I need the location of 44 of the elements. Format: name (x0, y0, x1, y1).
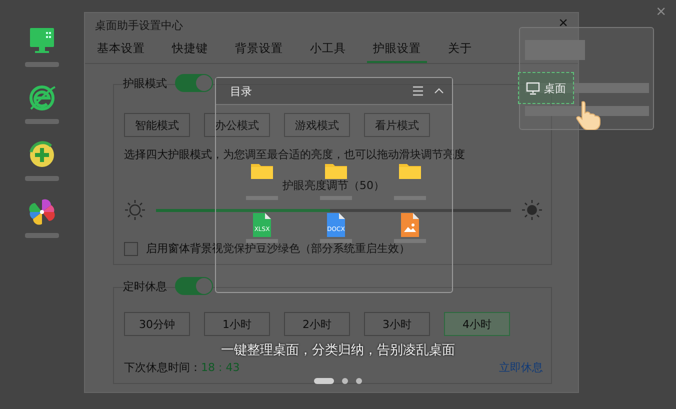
settings-tab[interactable]: 护眼设置 (367, 38, 427, 63)
label-placeholder-bar (25, 176, 59, 181)
settings-tab[interactable]: 关于 (448, 38, 472, 63)
mode-button[interactable]: 看片模式 (364, 113, 430, 137)
guide-caption: 一键整理桌面，分类归纳，告别凌乱桌面 (221, 343, 455, 358)
brightness-slider[interactable] (156, 208, 511, 212)
checkbox[interactable] (124, 242, 138, 256)
monitor-icon (526, 82, 540, 94)
mode-button[interactable]: 游戏模式 (284, 113, 350, 137)
section-label: 定时休息 (123, 278, 167, 294)
duration-button[interactable]: 4小时 (444, 312, 510, 336)
settings-tab[interactable]: 快捷键 (172, 38, 208, 63)
duration-button[interactable]: 3小时 (364, 312, 430, 336)
close-button[interactable]: × (654, 2, 668, 22)
pinwheel-icon (27, 197, 57, 227)
section-label: 护眼模式 (123, 76, 167, 90)
duration-button[interactable]: 30分钟 (124, 312, 190, 336)
close-button[interactable]: × (554, 15, 572, 33)
mode-button[interactable]: 办公模式 (204, 113, 270, 137)
mode-button[interactable]: 智能模式 (124, 113, 190, 137)
window-title: 桌面助手设置中心 (95, 18, 183, 33)
desktop-chip[interactable]: 桌面 (518, 72, 574, 104)
label-placeholder-bar (25, 62, 59, 67)
monitor-icon (27, 26, 57, 56)
panel-title: 目录 (230, 84, 253, 98)
settings-tab[interactable]: 背景设置 (235, 38, 283, 63)
settings-tab[interactable]: 小工具 (310, 38, 346, 63)
plus-shield-icon (27, 140, 57, 170)
toggle-switch[interactable] (175, 277, 213, 295)
rest-now-link[interactable]: 立即休息 (499, 360, 543, 375)
browser-e-icon (27, 83, 57, 113)
label-placeholder-bar (25, 233, 59, 238)
label-placeholder-bar (25, 119, 59, 124)
menu-icon (412, 85, 424, 97)
sun-outline-icon (124, 199, 146, 221)
sun-filled-icon (521, 199, 543, 221)
settings-tab[interactable]: 基本设置 (97, 38, 145, 63)
hand-pointer-icon (574, 100, 602, 130)
duration-button[interactable]: 1小时 (204, 312, 270, 336)
toggle-switch[interactable] (175, 74, 213, 92)
next-rest-text: 下次休息时间：18 : 43 (124, 360, 240, 375)
slider-label: 护眼亮度调节（50） (282, 178, 384, 193)
duration-button[interactable]: 2小时 (284, 312, 350, 336)
chevron-up-icon (434, 87, 444, 95)
